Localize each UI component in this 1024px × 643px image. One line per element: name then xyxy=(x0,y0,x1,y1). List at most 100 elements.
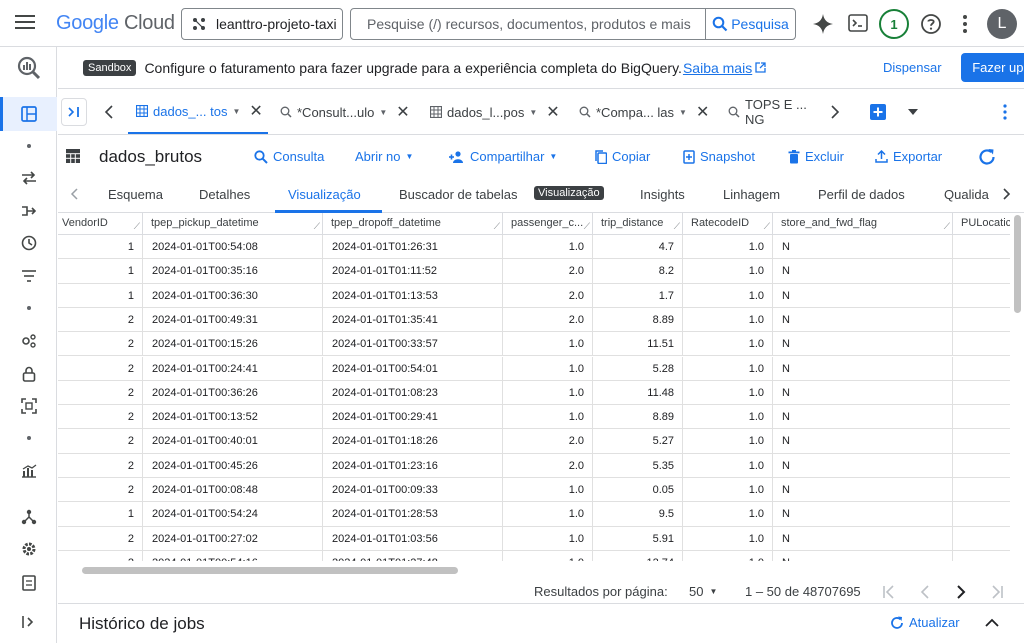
table-cell[interactable] xyxy=(953,259,1010,282)
table-cell[interactable]: N xyxy=(773,453,953,477)
table-cell[interactable]: 1.0 xyxy=(683,259,773,283)
table-cell[interactable]: 2024-01-01T00:33:57 xyxy=(323,332,503,356)
table-cell[interactable]: 1.0 xyxy=(683,478,773,502)
table-cell[interactable]: 8.89 xyxy=(593,307,683,332)
table-cell[interactable]: 1.0 xyxy=(503,380,593,405)
column-header[interactable]: passenger_c... ⟋ xyxy=(503,213,593,235)
tab-query-3[interactable]: TOPS E ... NG xyxy=(728,90,828,134)
upgrade-button[interactable]: Fazer upgrade xyxy=(961,53,1024,82)
table-cell[interactable]: 1.0 xyxy=(503,235,593,259)
table-cell[interactable] xyxy=(953,308,1010,331)
table-cell[interactable]: N xyxy=(773,429,953,453)
table-cell[interactable] xyxy=(953,235,1010,258)
table-cell[interactable]: 2 xyxy=(58,478,143,502)
table-cell[interactable] xyxy=(953,332,1010,355)
bigquery-logo-icon[interactable] xyxy=(16,55,42,81)
dismiss-button[interactable]: Dispensar xyxy=(883,60,942,75)
tab-dados-brutos[interactable]: dados_... tos ▼ ✕ xyxy=(128,90,268,134)
table-cell[interactable]: 1.0 xyxy=(683,307,773,332)
subtab-data-profile[interactable]: Perfil de dados xyxy=(818,187,905,202)
column-header[interactable]: PULocatic xyxy=(953,213,1010,235)
column-header[interactable]: RatecodeID ⟋ xyxy=(683,213,773,235)
close-icon[interactable]: ✕ xyxy=(249,101,262,121)
monitoring-frame-icon[interactable] xyxy=(18,395,40,417)
chevron-down-icon[interactable]: ▼ xyxy=(232,107,240,116)
table-cell[interactable]: 2024-01-01T00:36:26 xyxy=(143,380,323,405)
table-cell[interactable]: N xyxy=(773,307,953,332)
project-picker-button[interactable]: leanttro-projeto-taxi xyxy=(181,8,343,40)
table-cell[interactable]: 2024-01-01T00:24:41 xyxy=(143,356,323,380)
table-cell[interactable] xyxy=(953,527,1010,550)
column-header[interactable]: trip_distance ⟋ xyxy=(593,213,683,235)
table-cell[interactable]: 1.0 xyxy=(683,453,773,477)
table-cell[interactable]: N xyxy=(773,502,953,526)
table-cell[interactable]: 5.91 xyxy=(593,526,683,550)
partners-graph-icon[interactable] xyxy=(18,506,40,528)
column-resize-handle-icon[interactable]: ⟋ xyxy=(584,221,590,232)
table-cell[interactable]: 2024-01-01T01:26:31 xyxy=(323,235,503,259)
tab-query-2[interactable]: *Compa... las ▼ ✕ xyxy=(579,90,719,134)
table-cell[interactable]: 1.0 xyxy=(683,550,773,561)
table-cell[interactable]: N xyxy=(773,550,953,561)
table-row[interactable]: 2 2024-01-01T00:13:52 2024-01-01T00:29:41 1… xyxy=(58,405,1010,430)
table-cell[interactable]: 1.0 xyxy=(683,356,773,380)
chevron-down-icon[interactable]: ▼ xyxy=(679,108,687,117)
table-cell[interactable]: 2.0 xyxy=(503,283,593,307)
close-icon[interactable]: ✕ xyxy=(696,102,709,122)
copy-button[interactable]: Copiar xyxy=(595,149,650,164)
gemini-sparkle-icon[interactable] xyxy=(812,13,834,35)
subtab-schema[interactable]: Esquema xyxy=(108,187,163,202)
table-cell[interactable]: 1.0 xyxy=(503,478,593,502)
collapse-explorer-icon[interactable] xyxy=(61,98,87,126)
first-page-icon[interactable] xyxy=(882,585,896,599)
table-cell[interactable]: 2024-01-01T00:54:16 xyxy=(143,550,323,561)
table-cell[interactable]: 2 xyxy=(58,453,143,477)
subtab-data-quality[interactable]: Qualida xyxy=(944,187,992,202)
tab-query-1[interactable]: *Consult...ulo ▼ ✕ xyxy=(280,90,420,134)
refresh-jobs-button[interactable]: Atualizar xyxy=(890,615,960,630)
table-cell[interactable]: 2 xyxy=(58,526,143,550)
subtab-table-explorer[interactable]: Buscador de tabelas xyxy=(399,187,518,202)
expand-nav-icon[interactable] xyxy=(18,611,40,633)
table-cell[interactable]: 1.0 xyxy=(683,235,773,259)
table-cell[interactable] xyxy=(953,454,1010,477)
table-cell[interactable]: 1 xyxy=(58,283,143,307)
notification-badge[interactable]: 1 xyxy=(879,9,909,39)
table-cell[interactable]: 2024-01-01T00:54:24 xyxy=(143,502,323,526)
lock-icon[interactable] xyxy=(18,363,40,385)
table-cell[interactable]: 1.0 xyxy=(683,283,773,307)
job-history-title[interactable]: Histórico de jobs xyxy=(79,614,205,634)
table-cell[interactable]: 1.0 xyxy=(683,405,773,429)
table-cell[interactable]: 5.35 xyxy=(593,453,683,477)
column-resize-handle-icon[interactable]: ⟋ xyxy=(134,221,140,232)
results-per-page-select[interactable]: 50 ▼ xyxy=(689,584,717,599)
table-cell[interactable]: 1.0 xyxy=(503,526,593,550)
analytics-chart-icon[interactable] xyxy=(18,460,40,482)
table-cell[interactable]: 2024-01-01T00:13:52 xyxy=(143,405,323,429)
table-cell[interactable]: N xyxy=(773,332,953,356)
table-cell[interactable]: 2024-01-01T00:27:02 xyxy=(143,526,323,550)
column-header[interactable]: tpep_pickup_datetime ⟋ xyxy=(143,213,323,235)
table-cell[interactable]: 2024-01-01T01:03:56 xyxy=(323,526,503,550)
column-resize-handle-icon[interactable]: ⟋ xyxy=(944,221,950,232)
table-cell[interactable]: 1.0 xyxy=(503,405,593,429)
search-input[interactable] xyxy=(351,9,705,39)
table-cell[interactable] xyxy=(953,551,1010,561)
new-tab-dropdown-icon[interactable] xyxy=(908,109,918,115)
table-cell[interactable]: 2.0 xyxy=(503,429,593,453)
learn-more-link[interactable]: Saiba mais xyxy=(683,60,752,76)
transfers-icon[interactable] xyxy=(18,167,40,189)
vertical-scrollbar-thumb[interactable] xyxy=(1014,215,1021,313)
table-row[interactable]: 2 2024-01-01T00:08:48 2024-01-01T00:09:33 1… xyxy=(58,478,1010,503)
column-header[interactable]: tpep_dropoff_datetime ⟋ xyxy=(323,213,503,235)
table-cell[interactable]: 2024-01-01T00:29:41 xyxy=(323,405,503,429)
tab-scroll-left-icon[interactable] xyxy=(104,105,114,119)
table-cell[interactable]: 2024-01-01T01:11:52 xyxy=(323,259,503,283)
chevron-up-icon[interactable] xyxy=(985,618,999,627)
table-row[interactable]: 2 2024-01-01T00:45:26 2024-01-01T01:23:16 2… xyxy=(58,453,1010,478)
chevron-down-icon[interactable]: ▼ xyxy=(379,108,387,117)
table-cell[interactable]: 2024-01-01T01:27:48 xyxy=(323,550,503,561)
google-cloud-logo[interactable]: Google Cloud xyxy=(56,12,175,35)
table-cell[interactable]: 2024-01-01T00:15:26 xyxy=(143,332,323,356)
table-cell[interactable]: N xyxy=(773,235,953,259)
